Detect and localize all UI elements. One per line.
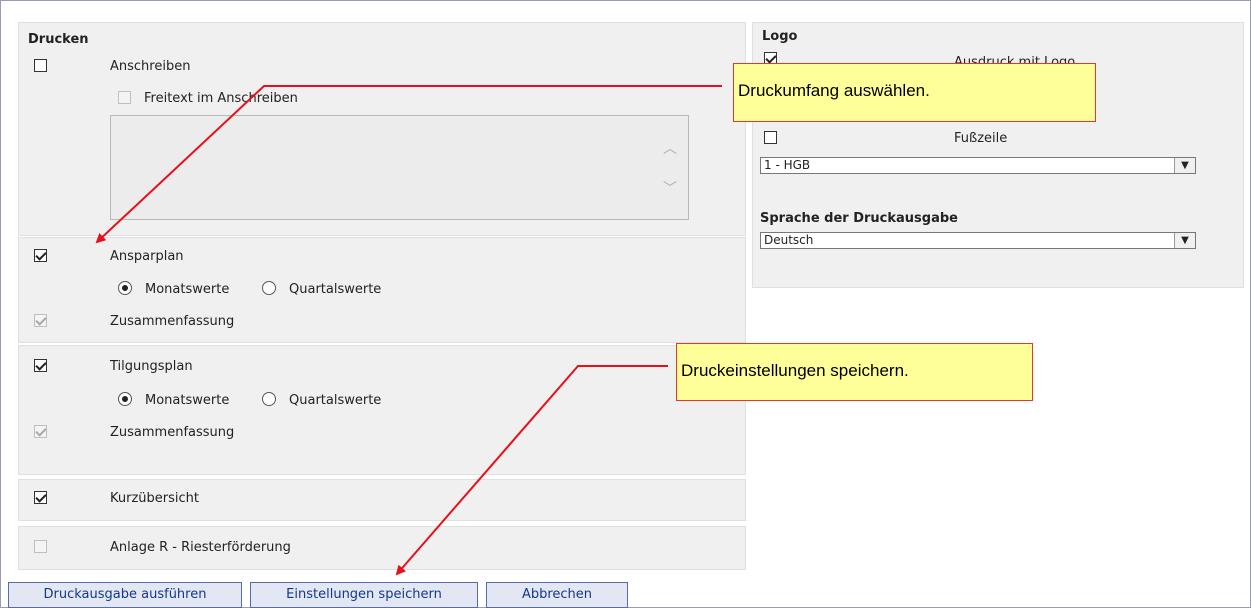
ansparplan-monatswerte-radio[interactable] <box>118 281 132 295</box>
ansparplan-checkbox[interactable] <box>34 249 47 262</box>
tilgungsplan-label: Tilgungsplan <box>110 359 193 374</box>
fusszeile-checkbox[interactable] <box>764 131 777 144</box>
chevron-down-icon[interactable]: ▼ <box>1174 233 1195 248</box>
drucken-heading: Drucken <box>28 32 89 47</box>
tilgungsplan-zusammenfassung-checkbox[interactable] <box>34 425 47 438</box>
sprache-select[interactable]: Deutsch ▼ <box>760 232 1196 249</box>
freitext-textarea[interactable] <box>110 115 689 220</box>
anlage-r-checkbox[interactable] <box>34 540 47 553</box>
ansparplan-zusammenfassung-label: Zusammenfassung <box>110 314 235 329</box>
logo-heading: Logo <box>762 29 798 44</box>
callout-druckumfang: Druckumfang auswählen. <box>733 63 1096 122</box>
scroll-up-icon[interactable]: ︿ <box>663 138 677 158</box>
tilgungsplan-monatswerte-label: Monatswerte <box>145 393 230 408</box>
kurzuebersicht-label: Kurzübersicht <box>110 491 199 506</box>
fusszeile-label: Fußzeile <box>954 131 1008 146</box>
callout-speichern: Druckeinstellungen speichern. <box>676 343 1033 401</box>
anlage-r-label: Anlage R - Riesterförderung <box>110 540 291 555</box>
scroll-down-icon[interactable]: ﹀ <box>663 178 677 198</box>
tilgungsplan-zusammenfassung-label: Zusammenfassung <box>110 425 235 440</box>
sprache-heading: Sprache der Druckausgabe <box>760 211 958 226</box>
abbrechen-button[interactable]: Abbrechen <box>486 582 628 608</box>
tilgungsplan-monatswerte-radio[interactable] <box>118 392 132 406</box>
ansparplan-quartalswerte-radio[interactable] <box>262 281 276 295</box>
einstellungen-speichern-button[interactable]: Einstellungen speichern <box>250 582 478 608</box>
ansparplan-monatswerte-label: Monatswerte <box>145 282 230 297</box>
sprache-select-value: Deutsch <box>764 233 814 247</box>
ansparplan-label: Ansparplan <box>110 249 184 264</box>
ansparplan-quartalswerte-label: Quartalswerte <box>289 282 382 297</box>
tilgungsplan-quartalswerte-radio[interactable] <box>262 392 276 406</box>
tilgungsplan-checkbox[interactable] <box>34 359 47 372</box>
freitext-checkbox[interactable] <box>118 91 131 104</box>
fusszeile-select-value: 1 - HGB <box>764 158 811 172</box>
anschreiben-label: Anschreiben <box>110 59 191 74</box>
anschreiben-checkbox[interactable] <box>34 59 47 72</box>
chevron-down-icon[interactable]: ▼ <box>1174 158 1195 173</box>
fusszeile-select[interactable]: 1 - HGB ▼ <box>760 157 1196 174</box>
freitext-label: Freitext im Anschreiben <box>144 91 298 106</box>
druckausgabe-button[interactable]: Druckausgabe ausführen <box>8 582 242 608</box>
kurzuebersicht-checkbox[interactable] <box>34 491 47 504</box>
ansparplan-zusammenfassung-checkbox[interactable] <box>34 314 47 327</box>
tilgungsplan-quartalswerte-label: Quartalswerte <box>289 393 382 408</box>
